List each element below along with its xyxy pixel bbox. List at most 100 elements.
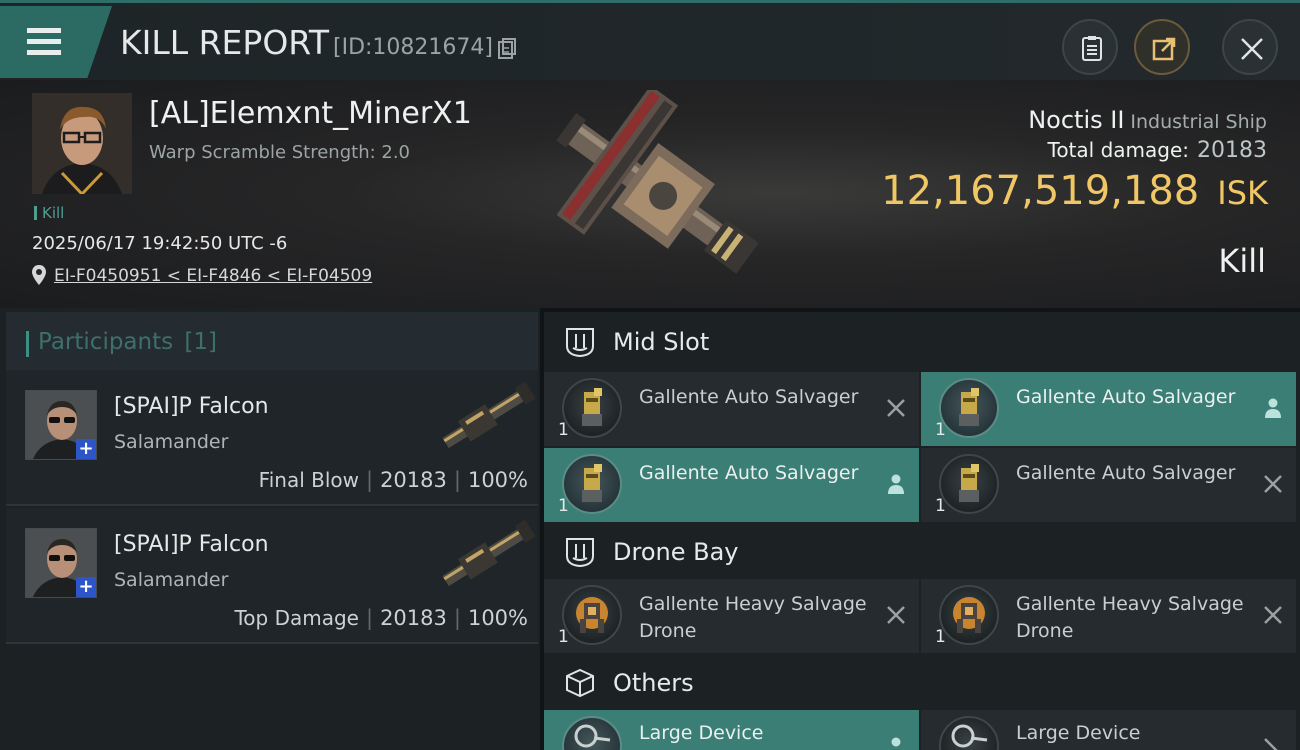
item-quantity: 1 [935,420,946,440]
participant-stats: Top Damage | 20183 | 100% [234,606,528,630]
participant-damage: 20183 [380,468,447,492]
location-link[interactable]: EI-F0450951 < EI-F4846 < EI-F04509 [54,266,372,286]
ship-image [556,90,759,274]
isk-value: 12,167,519,188 [881,168,1200,214]
isk-value-line: 12,167,519,188 ISK [881,168,1268,214]
drone-bay-icon [566,538,594,568]
destroyed-x-icon [887,399,905,417]
top-bar: KILL REPORT [ID:10821674] [0,0,1300,80]
warp-scramble-strength: Warp Scramble Strength: 2.0 [149,142,411,163]
kill-tag: Kill [34,204,64,222]
destroyed-x-icon [1264,475,1282,493]
plus-badge: + [76,439,96,459]
victim-avatar[interactable] [32,93,132,194]
pilot-portrait-icon [32,93,132,194]
auto-salvager-icon [562,378,622,438]
report-id: [ID:10821674] [333,35,493,60]
item-name: Gallente Auto Salvager [639,386,859,408]
drone-bay-header: Drone Bay [544,522,1298,582]
cube-icon [566,668,594,698]
participant-ship: Salamander [114,431,229,453]
item-quantity: 1 [935,496,946,516]
kill-datetime: 2025/06/17 19:42:50 UTC -6 [32,233,288,254]
item-name: Gallente Heavy Salvage Drone [1016,593,1244,642]
participant-name[interactable]: [SPAI]P Falcon [114,394,269,419]
participant-row[interactable]: + [SPAI]P Falcon Salamander Top Damage | 2… [6,508,538,644]
module-item[interactable]: 1 Gallente Auto Salvager [921,372,1296,446]
item-name: Gallente Auto Salvager [1016,386,1236,408]
menu-tab[interactable] [0,6,112,78]
participant-percent: 100% [467,468,528,492]
item-quantity: 1 [558,496,569,516]
ship-class: Industrial Ship [1130,111,1267,133]
mid-slot-header: Mid Slot [544,312,1298,372]
participants-count: [1] [184,329,218,355]
weapon-icon [442,381,536,449]
destroyed-x-icon [1264,606,1282,624]
participant-role: Final Blow [258,468,359,492]
participant-name[interactable]: [SPAI]P Falcon [114,532,269,557]
close-icon [1241,38,1263,60]
drone-item[interactable]: 1 Gallente Heavy Salvage Drone [544,579,919,653]
salvage-drone-icon [562,585,622,645]
item-name: Large Device [1016,722,1141,744]
ship-type-line: Noctis II Industrial Ship [1028,106,1267,134]
hamburger-menu-icon[interactable] [27,28,61,56]
participant-stats: Final Blow | 20183 | 100% [258,468,528,492]
clipboard-icon [1082,36,1102,61]
item-name: Gallente Heavy Salvage Drone [639,593,867,642]
large-device-icon [562,716,622,750]
victim-header: [AL]Elemxnt_MinerX1 Warp Scramble Streng… [0,80,1300,308]
ship-name[interactable]: Noctis II [1028,106,1124,134]
auto-salvager-icon [939,454,999,514]
auto-salvager-icon [562,454,622,514]
auto-salvager-icon [939,378,999,438]
mid-slot-title: Mid Slot [613,328,710,356]
cargo-item[interactable]: Large Device [544,710,919,750]
share-button[interactable] [1134,19,1190,75]
module-item[interactable]: 1 Gallente Auto Salvager [921,448,1296,522]
dropped-person-icon [1265,398,1281,418]
participant-role: Top Damage [234,606,359,630]
participants-title: Participants [1] [25,329,218,357]
close-button[interactable] [1222,19,1278,75]
item-name: Gallente Auto Salvager [1016,462,1236,484]
share-icon [1152,37,1176,61]
participants-panel: Participants [1] + [SPAI]P Falcon Salama… [0,308,540,750]
clipboard-button[interactable] [1062,19,1118,75]
participant-avatar[interactable]: + [25,528,97,598]
item-quantity: 1 [935,627,946,647]
item-quantity: 1 [558,627,569,647]
participants-header: Participants [1] [6,312,538,370]
salvage-drone-icon [939,585,999,645]
participant-avatar[interactable]: + [25,390,97,460]
participants-title-label: Participants [38,329,174,355]
victim-name[interactable]: [AL]Elemxnt_MinerX1 [149,96,472,131]
plus-badge: + [76,577,96,597]
isk-unit: ISK [1217,174,1268,212]
cargo-item[interactable]: Large Device [921,710,1296,750]
total-damage-label: Total damage: [1047,138,1190,162]
drone-item[interactable]: 1 Gallente Heavy Salvage Drone [921,579,1296,653]
participant-row[interactable]: + [SPAI]P Falcon Salamander Final Blow | 2… [6,370,538,506]
destroyed-x-icon [887,606,905,624]
drone-bay-title: Drone Bay [613,538,739,566]
destroyed-x-icon [1264,738,1278,750]
item-name: Large Device [639,722,764,744]
mid-slot-icon [566,328,594,358]
fitting-panel: Mid Slot 1 Gallente Auto Salvager 1 Gall… [544,312,1300,750]
dropped-person-icon [888,474,904,494]
copy-icon[interactable] [497,38,517,60]
location-pin-icon [32,265,46,285]
participant-percent: 100% [467,606,528,630]
participant-damage: 20183 [380,606,447,630]
weapon-icon [442,519,536,587]
others-title: Others [613,669,694,697]
kill-result: Kill [1218,242,1266,280]
item-name: Gallente Auto Salvager [639,462,859,484]
module-item[interactable]: 1 Gallente Auto Salvager [544,372,919,446]
module-item[interactable]: 1 Gallente Auto Salvager [544,448,919,522]
page-title: KILL REPORT [120,23,329,62]
participant-ship: Salamander [114,569,229,591]
item-quantity: 1 [558,420,569,440]
